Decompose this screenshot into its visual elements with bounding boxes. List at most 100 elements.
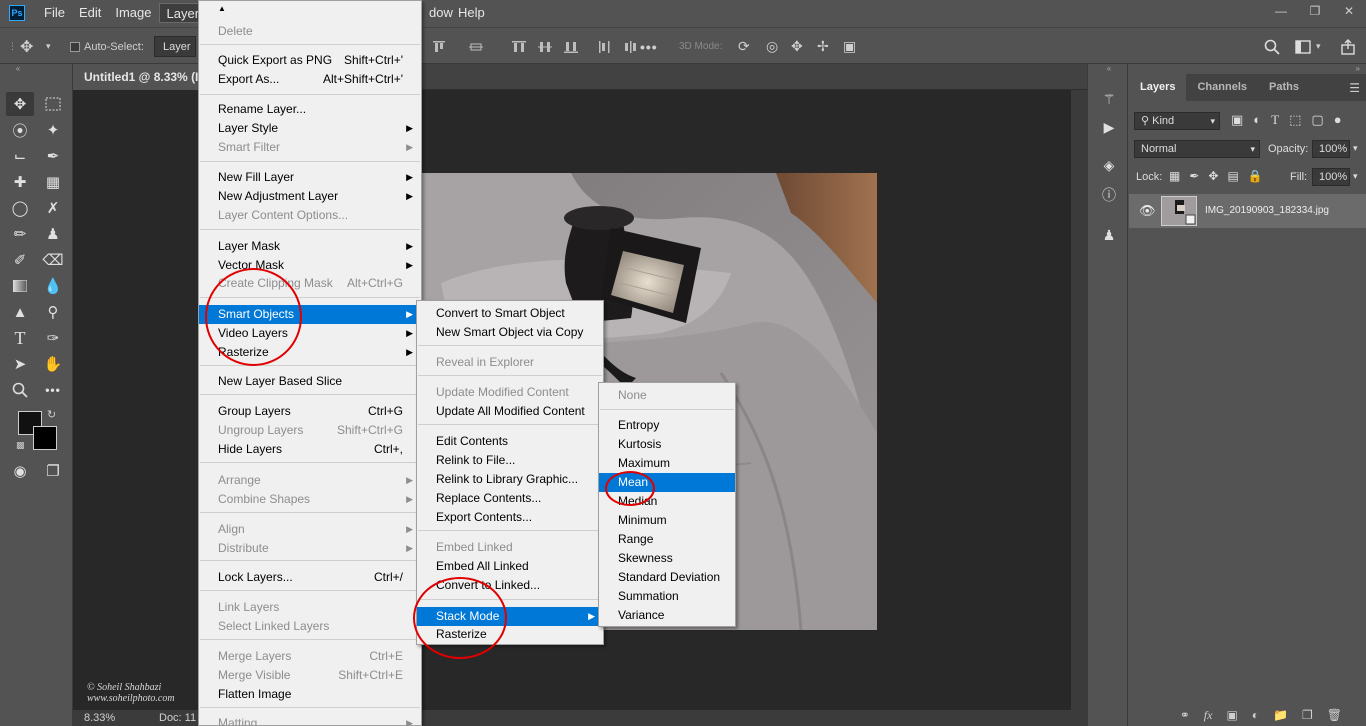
- add-mask-icon[interactable]: ▣: [1226, 708, 1237, 722]
- layer-menu-item-ungroup-layers[interactable]: Ungroup Layers Shift+Ctrl+G: [199, 421, 421, 440]
- filter-shape-icon[interactable]: ⬚: [1289, 112, 1301, 128]
- layer-menu-item-new-adjustment-layer[interactable]: New Adjustment Layer ▶: [199, 187, 421, 206]
- eraser-tool-icon[interactable]: ⌫: [39, 248, 67, 272]
- filter-pixel-icon[interactable]: ▣: [1231, 112, 1243, 128]
- tab-paths[interactable]: Paths: [1258, 74, 1310, 101]
- magic-wand-icon[interactable]: ✦: [39, 118, 67, 142]
- 3d-slide-icon[interactable]: ✢: [817, 28, 829, 65]
- dodge-tool-icon[interactable]: ▲: [6, 300, 34, 324]
- smart-menu-item-embed-all-linked[interactable]: Embed All Linked: [417, 557, 603, 576]
- healing-brush-icon[interactable]: ✚: [6, 170, 34, 194]
- smart-menu-item-update-all-modified-content[interactable]: Update All Modified Content: [417, 402, 603, 421]
- hand-tool-icon[interactable]: ✋: [39, 352, 67, 376]
- restore-icon[interactable]: ❐: [1298, 0, 1332, 22]
- layer-menu-item-delete[interactable]: Delete: [199, 22, 421, 41]
- new-layer-icon[interactable]: ❐: [1302, 708, 1313, 722]
- trash-icon[interactable]: 🗑: [1327, 708, 1342, 722]
- filter-type-icon[interactable]: T: [1271, 112, 1279, 128]
- blur-tool-icon[interactable]: 💧: [39, 274, 67, 298]
- vertical-scrollbar[interactable]: [1071, 90, 1087, 710]
- workspace-icon[interactable]: [1295, 28, 1311, 65]
- screen-mode-icon[interactable]: ❐: [39, 459, 67, 483]
- lasso-tool-icon[interactable]: ⦿: [6, 118, 34, 142]
- lock-all-icon[interactable]: 🔒: [1248, 169, 1263, 183]
- menu-edit[interactable]: Edit: [72, 3, 108, 23]
- type-tool-icon[interactable]: T: [6, 326, 34, 350]
- filter-kind-select[interactable]: ⚲ Kind ▾: [1134, 112, 1220, 130]
- filter-adjustment-icon[interactable]: ◐: [1253, 112, 1261, 128]
- swap-colors-icon[interactable]: ↻: [47, 408, 56, 421]
- stack-mode-item-range[interactable]: Range: [599, 530, 735, 549]
- default-colors-icon[interactable]: ▩: [16, 440, 25, 451]
- fx-icon[interactable]: fx: [1204, 708, 1213, 723]
- document-tab[interactable]: Untitled1 @ 8.33% (IM: [73, 64, 213, 90]
- collapse-panel-icon[interactable]: »: [1356, 64, 1360, 73]
- history-icon[interactable]: ⚚: [1098, 88, 1120, 110]
- distribute-top-icon[interactable]: [511, 28, 527, 65]
- minimize-icon[interactable]: —: [1264, 0, 1298, 22]
- new-group-icon[interactable]: 📁: [1273, 708, 1288, 722]
- distribute-center-icon[interactable]: [623, 28, 639, 65]
- link-layers-icon[interactable]: ⚭: [1180, 708, 1190, 722]
- layer-menu-item-rename-layer[interactable]: Rename Layer...: [199, 100, 421, 119]
- layer-menu-item-combine-shapes[interactable]: Combine Shapes ▶: [199, 490, 421, 509]
- layer-name[interactable]: IMG_20190903_182334.jpg: [1205, 205, 1329, 216]
- stack-mode-item-minimum[interactable]: Minimum: [599, 511, 735, 530]
- align-middle-icon[interactable]: [468, 28, 484, 65]
- zoom-tool-icon[interactable]: [6, 378, 34, 402]
- layer-menu-item-link-layers[interactable]: Link Layers: [199, 598, 421, 617]
- layer-menu-item-export-as[interactable]: Export As... Alt+Shift+Ctrl+': [199, 70, 421, 89]
- layer-menu-item-arrange[interactable]: Arrange ▶: [199, 471, 421, 490]
- menu-image[interactable]: Image: [108, 3, 158, 23]
- layer-menu-item-new-fill-layer[interactable]: New Fill Layer ▶: [199, 168, 421, 187]
- eyedropper-icon[interactable]: ✒: [39, 144, 67, 168]
- stack-mode-item-entropy[interactable]: Entropy: [599, 416, 735, 435]
- fill-chevron-icon[interactable]: ▾: [1353, 171, 1358, 182]
- crop-tool-icon[interactable]: ⌙: [6, 144, 34, 168]
- move-tool-icon[interactable]: ✥: [20, 28, 33, 65]
- edit-toolbar-icon[interactable]: •••: [39, 378, 67, 402]
- layer-menu-item-quick-export-as-png[interactable]: Quick Export as PNG Shift+Ctrl+': [199, 51, 421, 70]
- stack-mode-item-kurtosis[interactable]: Kurtosis: [599, 435, 735, 454]
- 3d-roll-icon[interactable]: ◎: [766, 28, 778, 65]
- align-top-icon[interactable]: [431, 28, 447, 65]
- zoom-level[interactable]: 8.33%: [84, 712, 115, 724]
- layer-menu-item-lock-layers[interactable]: Lock Layers... Ctrl+/: [199, 568, 421, 587]
- share-icon[interactable]: [1340, 28, 1356, 65]
- close-icon[interactable]: ✕: [1332, 0, 1366, 22]
- smart-menu-item-reveal-in-explorer[interactable]: Reveal in Explorer: [417, 353, 603, 372]
- menu-file[interactable]: File: [37, 3, 72, 23]
- lock-position-icon[interactable]: ✥: [1208, 169, 1218, 183]
- play-actions-icon[interactable]: ▶: [1098, 116, 1120, 138]
- smart-menu-item-update-modified-content[interactable]: Update Modified Content: [417, 383, 603, 402]
- opacity-chevron-icon[interactable]: ▾: [1353, 143, 1358, 154]
- stack-mode-item-summation[interactable]: Summation: [599, 587, 735, 606]
- visibility-eye-icon[interactable]: 👁: [1139, 203, 1156, 219]
- search-icon[interactable]: [1264, 28, 1280, 65]
- swap-icon[interactable]: ✗: [39, 196, 67, 220]
- gradient-tool-icon[interactable]: [6, 274, 34, 298]
- smart-menu-item-relink-to-library-graphic[interactable]: Relink to Library Graphic...: [417, 470, 603, 489]
- brush-tool-icon[interactable]: ✏: [6, 222, 34, 246]
- 3d-orbit-icon[interactable]: ⟳: [738, 28, 750, 65]
- smart-menu-item-export-contents[interactable]: Export Contents...: [417, 508, 603, 527]
- zoom-lens-icon[interactable]: ⚲: [39, 300, 67, 324]
- distribute-left-icon[interactable]: [597, 28, 613, 65]
- collapse-icon[interactable]: «: [4, 64, 32, 73]
- layer-menu-item-flatten-image[interactable]: Flatten Image: [199, 685, 421, 704]
- filter-toggle-icon[interactable]: ●: [1334, 112, 1342, 128]
- smart-menu-item-replace-contents[interactable]: Replace Contents...: [417, 489, 603, 508]
- lock-artboard-icon[interactable]: ▤: [1227, 169, 1238, 183]
- lock-transparent-icon[interactable]: ▦: [1169, 169, 1180, 183]
- 3d-icon[interactable]: ◈: [1098, 154, 1120, 176]
- stack-mode-item-maximum[interactable]: Maximum: [599, 454, 735, 473]
- clone-source-icon[interactable]: ♟: [1098, 224, 1120, 246]
- layer-menu-item-align[interactable]: Align ▶: [199, 520, 421, 539]
- bandage-icon[interactable]: ▦: [39, 170, 67, 194]
- distribute-middle-icon[interactable]: [537, 28, 553, 65]
- layer-menu-item-merge-visible[interactable]: Merge Visible Shift+Ctrl+E: [199, 666, 421, 685]
- chevron-down-icon[interactable]: ▾: [46, 28, 51, 65]
- tab-layers[interactable]: Layers: [1129, 74, 1187, 101]
- smart-menu-item-convert-to-smart-object[interactable]: Convert to Smart Object: [417, 304, 603, 323]
- layer-menu-item-new-layer-based-slice[interactable]: New Layer Based Slice: [199, 372, 421, 391]
